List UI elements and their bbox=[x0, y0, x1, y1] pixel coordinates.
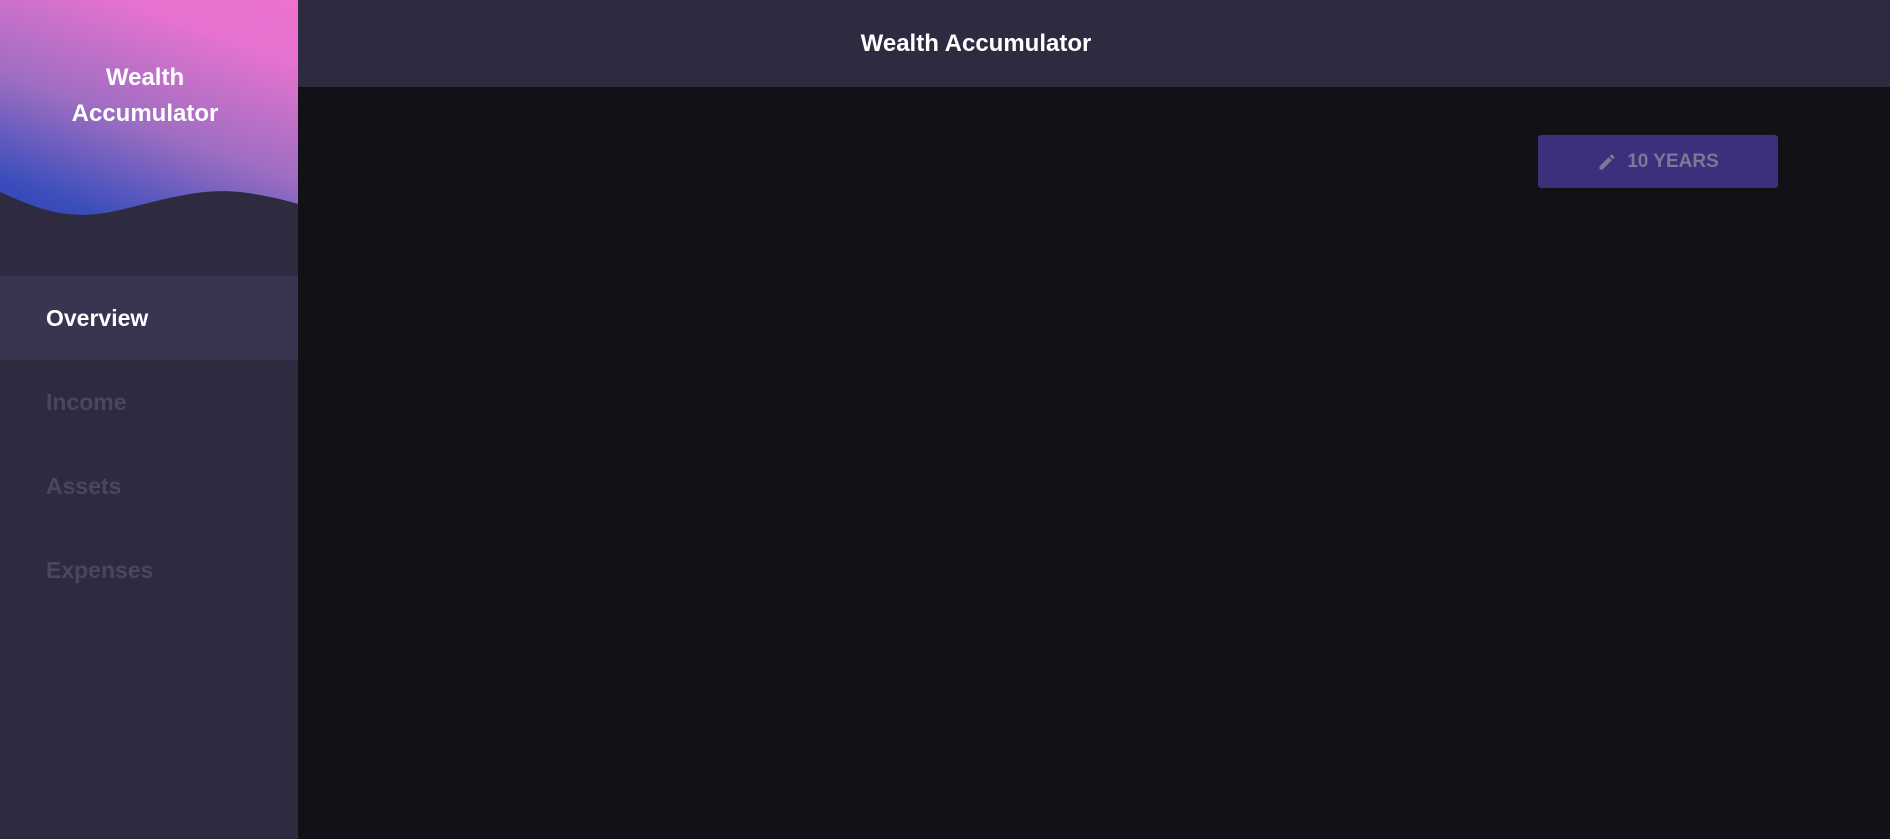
sidebar-item-expenses[interactable]: Expenses bbox=[0, 528, 298, 612]
sidebar-item-income[interactable]: Income bbox=[0, 360, 298, 444]
sidebar-title-text: Wealth Accumulator bbox=[71, 64, 219, 127]
sidebar-drawer: Wealth Accumulator Overview Income Asset… bbox=[0, 0, 298, 839]
wave-decoration bbox=[0, 191, 298, 240]
sidebar-item-label: Overview bbox=[46, 304, 149, 331]
app-window: Wealth Accumulator 10 YEARS alth ow w We… bbox=[0, 0, 1890, 839]
pencil-icon bbox=[1599, 153, 1615, 169]
sidebar-nav: Overview Income Assets Expenses bbox=[0, 276, 298, 612]
sidebar-title: Wealth Accumulator bbox=[0, 60, 290, 132]
edit-years-button[interactable]: 10 YEARS bbox=[1538, 135, 1778, 188]
sidebar-item-label: Income bbox=[46, 388, 127, 415]
sidebar-item-assets[interactable]: Assets bbox=[0, 444, 298, 528]
sidebar-item-label: Assets bbox=[46, 472, 122, 499]
years-button-label: 10 YEARS bbox=[1627, 150, 1719, 172]
header-title: Wealth Accumulator bbox=[860, 29, 1092, 57]
sidebar-hero: Wealth Accumulator bbox=[0, 0, 298, 240]
sidebar-item-overview[interactable]: Overview bbox=[0, 276, 298, 360]
sidebar-item-label: Expenses bbox=[46, 556, 154, 583]
